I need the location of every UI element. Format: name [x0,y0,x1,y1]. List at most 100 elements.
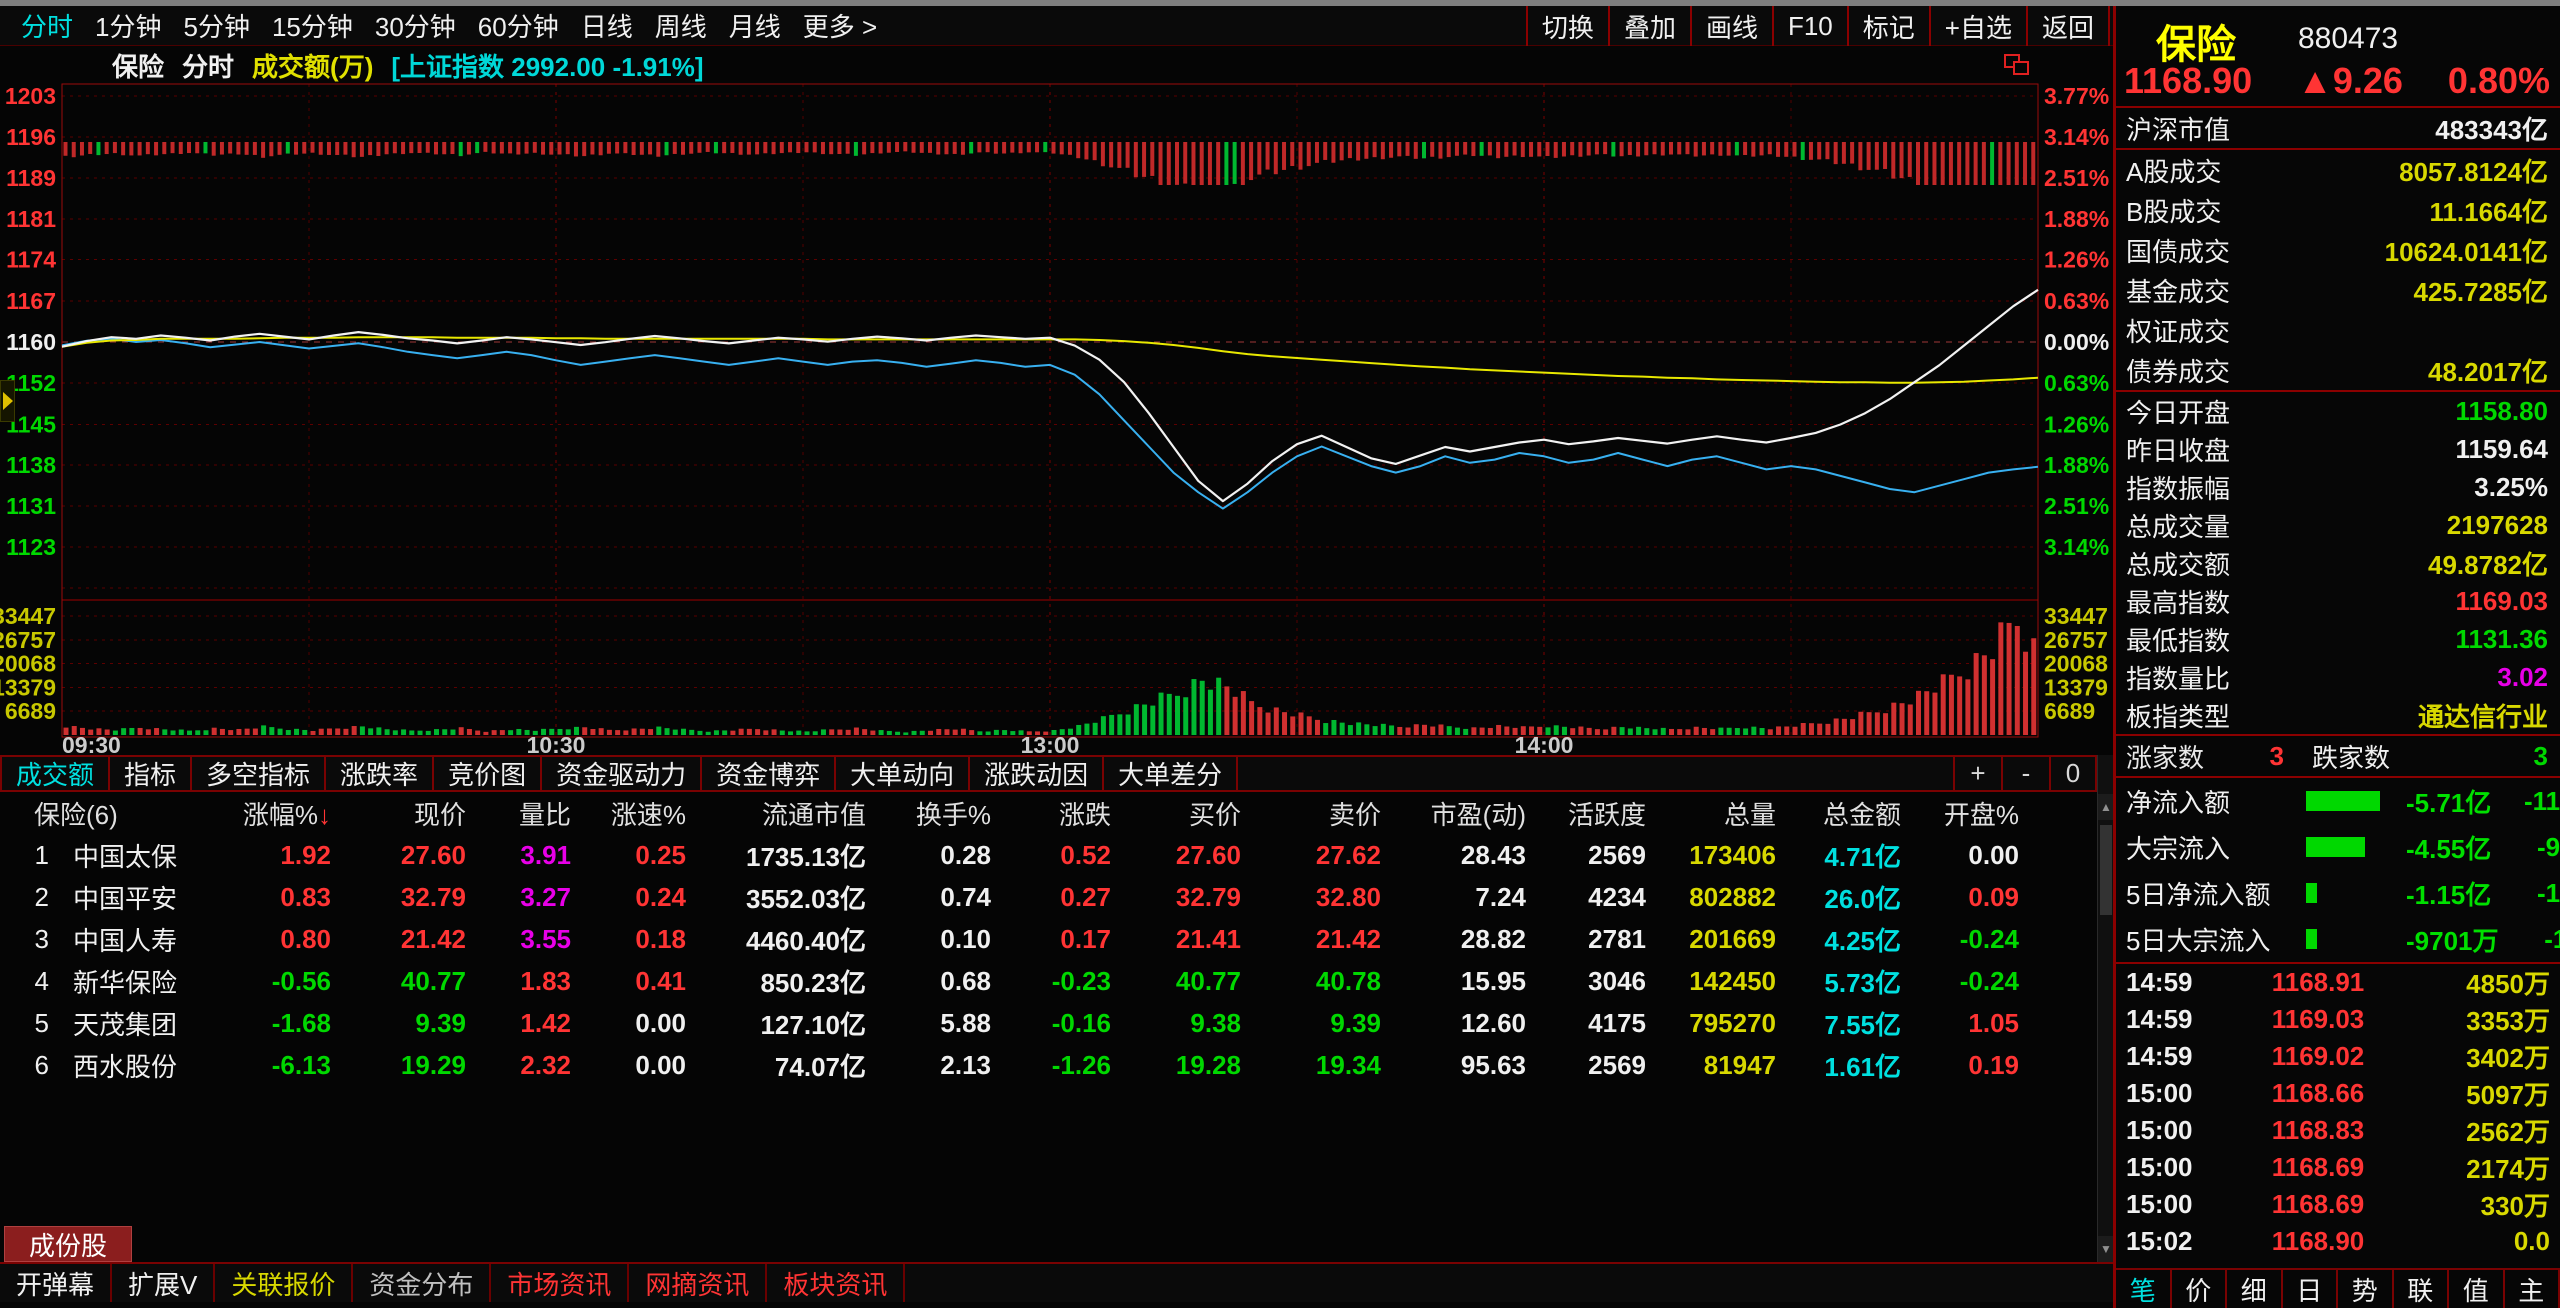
period-tab-周线[interactable]: 周线 [644,7,718,44]
panel-tab-细[interactable]: 细 [2227,1270,2283,1308]
table-scrollbar[interactable]: ▲ ▼ [2097,755,2113,1262]
quote-table: 1中国太保1.9227.603.910.251735.13亿0.280.5227… [0,834,2097,1086]
period-tab-月线[interactable]: 月线 [718,7,792,44]
period-tab-分时[interactable]: 分时 [10,7,84,44]
panel-tab-价[interactable]: 价 [2172,1270,2228,1308]
toolbar-button-标记[interactable]: 标记 [1847,6,1929,46]
price-axis-label: 1189 [6,165,56,191]
bottom-bar-item-板块资讯[interactable]: 板块资讯 [767,1264,905,1302]
money-flow-bar-zone [2306,790,2406,812]
column-header-活跃度[interactable]: 活跃度 [1540,795,1660,832]
overlay-volume-tick [220,142,224,155]
panel-tab-日[interactable]: 日 [2283,1270,2339,1308]
column-header-涨跌[interactable]: 涨跌 [1005,795,1125,832]
toolbar-button-+自选[interactable]: +自选 [1929,6,2026,46]
column-header-市盈(动)[interactable]: 市盈(动) [1395,795,1540,832]
volume-bar [500,730,505,735]
indicator-tab-大单动向[interactable]: 大单动向 [836,757,970,790]
indicator-tab-资金博弈[interactable]: 资金博弈 [702,757,836,790]
table-row[interactable]: 4新华保险-0.5640.771.830.41850.23亿0.68-0.234… [0,960,2097,1002]
chart-indicator-label[interactable]: 成交额(万) [252,47,373,84]
scroll-up-icon[interactable]: ▲ [2098,794,2114,820]
overlay-volume-tick [203,142,207,153]
period-tab-日线[interactable]: 日线 [570,7,644,44]
bottom-bar-item-网摘资讯[interactable]: 网摘资讯 [629,1264,767,1302]
column-header-总量[interactable]: 总量 [1660,795,1790,832]
indicator-tab-涨跌率[interactable]: 涨跌率 [326,757,434,790]
tick-time: 14:59 [2126,1041,2236,1072]
column-header-流通市值[interactable]: 流通市值 [700,795,880,832]
column-header-开盘%[interactable]: 开盘% [1915,795,2033,832]
column-header-现价[interactable]: 现价 [345,795,480,832]
volume-bar [1471,727,1476,735]
table-row[interactable]: 2中国平安0.8332.793.270.243552.03亿0.740.2732… [0,876,2097,918]
toolbar-button-叠加[interactable]: 叠加 [1608,6,1690,46]
volume-bar [599,728,604,735]
indicator-tab-涨跌动因[interactable]: 涨跌动因 [970,757,1104,790]
stock-name-cell[interactable]: 中国人寿 [55,921,220,958]
table-row[interactable]: 3中国人寿0.8021.423.550.184460.40亿0.100.1721… [0,918,2097,960]
period-tab-15分钟[interactable]: 15分钟 [261,7,364,44]
tick-row: 14:591168.914850万 [2116,964,2560,1001]
volume-axis-label: 33447 [2044,603,2108,629]
toolbar-button-画线[interactable]: 画线 [1690,6,1772,46]
column-header-涨速%[interactable]: 涨速% [585,795,700,832]
indicator-tab-成交额[interactable]: 成交额 [0,757,110,790]
overlay-volume-tick [689,142,693,154]
restore-window-icon[interactable] [2004,54,2032,78]
stock-name-cell[interactable]: 西水股份 [55,1047,220,1084]
period-tab-5分钟[interactable]: 5分钟 [172,7,260,44]
intraday-chart-region[interactable]: 12033.77%11963.14%11892.51%11811.88%1174… [0,46,2113,755]
panel-tab-笔[interactable]: 笔 [2116,1270,2172,1308]
scroll-down-icon[interactable]: ▼ [2098,1236,2114,1262]
indicator-tab-指标[interactable]: 指标 [110,757,192,790]
indicator-tab-竞价图[interactable]: 竞价图 [434,757,542,790]
indicator-tab-资金驱动力[interactable]: 资金驱动力 [542,757,702,790]
bottom-bar-item-扩展V[interactable]: 扩展V [112,1264,215,1302]
overlay-volume-tick [1208,142,1212,185]
panel-tab-联[interactable]: 联 [2394,1270,2450,1308]
period-tab-更多 >[interactable]: 更多 > [792,7,888,44]
toolbar-button-返回[interactable]: 返回 [2026,6,2110,46]
stock-name-cell[interactable]: 天茂集团 [55,1005,220,1042]
bottom-bar-item-开弹幕[interactable]: 开弹幕 [0,1264,112,1302]
table-row[interactable]: 6西水股份-6.1319.292.320.0074.07亿2.13-1.2619… [0,1044,2097,1086]
panel-tab-值[interactable]: 值 [2449,1270,2505,1308]
period-tab-60分钟[interactable]: 60分钟 [467,7,570,44]
column-header-涨幅%[interactable]: 涨幅%↓ [220,795,345,832]
period-tab-1分钟[interactable]: 1分钟 [84,7,172,44]
constituents-tab[interactable]: 成份股 [4,1226,132,1262]
column-header-量比[interactable]: 量比 [480,795,585,832]
table-row[interactable]: 5天茂集团-1.689.391.420.00127.10亿5.88-0.169.… [0,1002,2097,1044]
toolbar-button-F10[interactable]: F10 [1772,6,1847,46]
column-header-卖价[interactable]: 卖价 [1255,795,1395,832]
panel-tab-势[interactable]: 势 [2338,1270,2394,1308]
indicator-tab-大单差分[interactable]: 大单差分 [1104,757,1238,790]
table-row[interactable]: 1中国太保1.9227.603.910.251735.13亿0.280.5227… [0,834,2097,876]
chart-zoom-button-0[interactable]: 0 [2049,757,2097,790]
column-header-换手%[interactable]: 换手% [880,795,1005,832]
period-tab-30分钟[interactable]: 30分钟 [364,7,467,44]
sidebar-expand-handle[interactable] [0,380,15,422]
volume-bar [278,729,283,735]
chart-zoom-button-+[interactable]: + [1953,757,2001,790]
scroll-thumb[interactable] [2100,825,2112,915]
toolbar-button-切换[interactable]: 切换 [1526,6,1608,46]
stock-name-cell[interactable]: 中国平安 [55,879,220,916]
volume-axis-label: 20068 [0,651,56,677]
stock-name-cell[interactable]: 新华保险 [55,963,220,1000]
column-header-买价[interactable]: 买价 [1125,795,1255,832]
intraday-chart[interactable]: 12033.77%11963.14%11892.51%11811.88%1174… [0,46,2113,755]
bottom-bar-item-市场资讯[interactable]: 市场资讯 [491,1264,629,1302]
indicator-tab-多空指标[interactable]: 多空指标 [192,757,326,790]
bottom-bar: 开弹幕扩展V关联报价资金分布市场资讯网摘资讯板块资讯 [0,1262,2113,1302]
bottom-bar-item-资金分布[interactable]: 资金分布 [353,1264,491,1302]
column-header-总金额[interactable]: 总金额 [1790,795,1915,832]
table-cell: 0.17 [1005,924,1125,955]
panel-tab-主[interactable]: 主 [2505,1270,2560,1308]
stock-name-cell[interactable]: 中国太保 [55,837,220,874]
bottom-bar-item-关联报价[interactable]: 关联报价 [215,1264,353,1302]
tick-list[interactable]: 14:591168.914850万14:591169.033353万14:591… [2116,964,2560,1268]
overlay-volume-tick [1809,142,1813,160]
chart-zoom-button--[interactable]: - [2001,757,2049,790]
